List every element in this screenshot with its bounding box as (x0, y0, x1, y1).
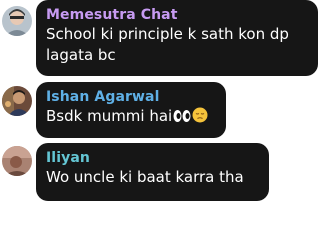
message-text-line: Bsdk mummi hai (46, 106, 216, 129)
message-bubble[interactable]: Ishan Agarwal Bsdk mummi hai (36, 82, 226, 138)
eyes-emoji-icon (173, 108, 191, 129)
message-text-line: lagata bc (46, 46, 116, 64)
message-bubble[interactable]: Memesutra Chat School ki principle k sat… (36, 0, 318, 76)
sender-avatar[interactable] (2, 6, 32, 36)
sender-avatar[interactable] (2, 86, 32, 116)
message-text-line: Wo uncle ki baat karra tha (46, 168, 244, 186)
pensive-face-emoji-icon (192, 107, 208, 129)
avatar-image (2, 6, 32, 36)
message-text-line: School ki principle k sath kon dp (46, 25, 289, 43)
chat-view: Memesutra Chat School ki principle k sat… (0, 0, 320, 250)
avatar-image (2, 86, 32, 116)
sender-name[interactable]: Ishan Agarwal (46, 88, 216, 106)
avatar-image (2, 146, 32, 176)
message-text: Bsdk mummi hai (46, 107, 173, 125)
sender-name[interactable]: Memesutra Chat (46, 6, 308, 24)
sender-name[interactable]: Iliyan (46, 149, 259, 167)
sender-avatar[interactable] (2, 146, 32, 176)
message-bubble[interactable]: Iliyan Wo uncle ki baat karra tha (36, 143, 269, 201)
